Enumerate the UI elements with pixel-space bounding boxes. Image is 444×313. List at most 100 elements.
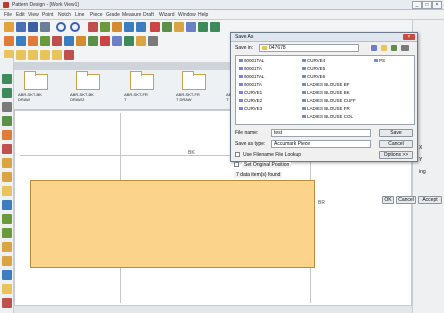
file-item[interactable]: LADIES BLOUSE BF xyxy=(302,82,350,87)
draw-icon-5[interactable] xyxy=(52,36,62,46)
lookup-checkbox[interactable] xyxy=(235,152,240,157)
left-tool-9-icon[interactable] xyxy=(2,186,12,196)
tool-icon-9[interactable] xyxy=(210,22,220,32)
left-tool-6-icon[interactable] xyxy=(2,144,12,154)
draw-icon-2[interactable] xyxy=(16,36,26,46)
left-tool-1-icon[interactable] xyxy=(2,74,12,84)
minimize-button[interactable]: _ xyxy=(412,1,422,9)
menu-draft[interactable]: Draft xyxy=(143,12,154,18)
draw-icon-9[interactable] xyxy=(100,36,110,46)
tool-icon-3[interactable] xyxy=(112,22,122,32)
file-item[interactable]: LADIES BLOUSE FR xyxy=(302,106,350,111)
close-button[interactable]: × xyxy=(432,1,442,9)
draw-icon-7[interactable] xyxy=(76,36,86,46)
dialog-close-icon[interactable]: × xyxy=(403,34,415,40)
piece-card[interactable]: ABR-SKT-FR T xyxy=(124,71,166,108)
cancel-button[interactable]: Cancel xyxy=(379,140,413,148)
left-tool-5-icon[interactable] xyxy=(2,130,12,140)
tool-icon-2[interactable] xyxy=(100,22,110,32)
maximize-button[interactable]: □ xyxy=(422,1,432,9)
left-tool-10-icon[interactable] xyxy=(2,200,12,210)
piece-card[interactable]: ABR-SKT-BK DRAW xyxy=(18,71,60,108)
delete-piece-icon[interactable] xyxy=(64,50,74,60)
piece-icon-4[interactable] xyxy=(40,50,50,60)
ok-button[interactable]: OK xyxy=(382,196,394,204)
options-button[interactable]: Options >> xyxy=(379,151,413,159)
zoom-in-icon[interactable] xyxy=(124,22,134,32)
savetype-dropdown[interactable]: Accumark Piece xyxy=(271,140,371,148)
tool-icon-1[interactable] xyxy=(88,22,98,32)
menu-window[interactable]: Window xyxy=(178,12,196,18)
menu-file[interactable]: File xyxy=(4,12,12,18)
file-item[interactable]: LADIES BLOUSE BK xyxy=(302,90,350,95)
back-icon[interactable] xyxy=(371,45,377,51)
draw-icon-13[interactable] xyxy=(148,36,158,46)
draw-icon-10[interactable] xyxy=(112,36,122,46)
left-tool-15-icon[interactable] xyxy=(2,270,12,280)
left-tool-17-icon[interactable] xyxy=(2,298,12,308)
cancel-side-button[interactable]: Cancel xyxy=(396,196,416,204)
draw-icon-1[interactable] xyxy=(4,36,14,46)
save-icon[interactable] xyxy=(16,22,26,32)
file-item[interactable]: CURVE5 xyxy=(302,66,325,71)
draw-icon-6[interactable] xyxy=(64,36,74,46)
tool-icon-4[interactable] xyxy=(150,22,160,32)
draw-icon-3[interactable] xyxy=(28,36,38,46)
new-folder-icon[interactable] xyxy=(391,45,397,51)
file-item[interactable]: LADIES BLOUSE COL xyxy=(302,114,353,119)
left-tool-3-icon[interactable] xyxy=(2,102,12,112)
left-tool-16-icon[interactable] xyxy=(2,284,12,294)
open-icon[interactable] xyxy=(4,22,14,32)
menu-line[interactable]: Line xyxy=(75,12,84,18)
file-item[interactable]: 90001TAL xyxy=(239,58,264,63)
menu-point[interactable]: Point xyxy=(42,12,53,18)
draw-icon-12[interactable] xyxy=(136,36,146,46)
left-tool-8-icon[interactable] xyxy=(2,172,12,182)
tool-icon-5[interactable] xyxy=(162,22,172,32)
file-item[interactable]: CURVE3 xyxy=(239,106,262,111)
horizontal-scrollbar[interactable] xyxy=(14,305,412,313)
tool-icon-6[interactable] xyxy=(174,22,184,32)
view-menu-icon[interactable] xyxy=(401,45,409,51)
draw-icon-4[interactable] xyxy=(40,36,50,46)
file-item[interactable]: CURVE1 xyxy=(239,90,262,95)
menu-grade[interactable]: Grade xyxy=(106,12,120,18)
original-position-checkbox[interactable] xyxy=(234,162,239,167)
left-tool-2-icon[interactable] xyxy=(2,88,12,98)
file-item[interactable]: PS xyxy=(374,58,385,63)
piece-icon-3[interactable] xyxy=(28,50,38,60)
menu-piece[interactable]: Piece xyxy=(90,12,103,18)
file-list[interactable]: 90001TAL 90001TA 90001TAL 90001TA CURVE1… xyxy=(235,55,415,125)
pattern-piece[interactable] xyxy=(30,180,315,268)
print-icon[interactable] xyxy=(40,22,50,32)
tool-icon-8[interactable] xyxy=(198,22,208,32)
undo-icon[interactable] xyxy=(56,22,66,32)
left-tool-7-icon[interactable] xyxy=(2,158,12,168)
left-tool-13-icon[interactable] xyxy=(2,242,12,252)
file-item[interactable]: 90001TA xyxy=(239,82,262,87)
piece-card[interactable]: ABR-SKT-FR T DRAW xyxy=(176,71,218,108)
left-tool-11-icon[interactable] xyxy=(2,214,12,224)
menu-notch[interactable]: Notch xyxy=(58,12,71,18)
left-tool-4-icon[interactable] xyxy=(2,116,12,126)
zoom-out-icon[interactable] xyxy=(136,22,146,32)
piece-card[interactable]: ABR-SKT-BK DRAW2 xyxy=(70,71,112,108)
accept-button[interactable]: Accept xyxy=(418,196,442,204)
menu-measure[interactable]: Measure xyxy=(122,12,141,18)
save-in-dropdown[interactable]: 047678 xyxy=(259,44,359,52)
save-button[interactable]: Save xyxy=(379,129,413,137)
piece-icon-2[interactable] xyxy=(16,50,26,60)
menu-wizard[interactable]: Wizard xyxy=(159,12,175,18)
file-item[interactable]: 90001TA xyxy=(239,66,262,71)
file-item[interactable]: CURVE6 xyxy=(302,74,325,79)
file-item[interactable]: LADIES BLOUSE CUFF xyxy=(302,98,356,103)
file-item[interactable]: CURVE4 xyxy=(302,58,325,63)
left-tool-14-icon[interactable] xyxy=(2,256,12,266)
filename-input[interactable]: test xyxy=(271,129,371,137)
left-tool-12-icon[interactable] xyxy=(2,228,12,238)
save-all-icon[interactable] xyxy=(28,22,38,32)
draw-icon-8[interactable] xyxy=(88,36,98,46)
file-item[interactable]: 90001TAL xyxy=(239,74,264,79)
menu-help[interactable]: Help xyxy=(198,12,208,18)
draw-icon-11[interactable] xyxy=(124,36,134,46)
